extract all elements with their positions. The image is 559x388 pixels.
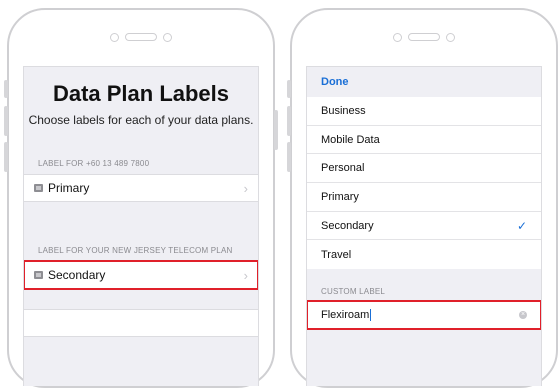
phone-top-bar: [9, 30, 273, 44]
sensor-icon: [446, 32, 455, 42]
option-label: Business: [321, 104, 366, 117]
option-travel[interactable]: Travel: [307, 240, 541, 269]
camera-icon: [393, 32, 402, 42]
option-label: Mobile Data: [321, 133, 380, 146]
secondary-label-value: Secondary: [48, 268, 106, 282]
phone-top-bar: [292, 30, 556, 44]
speaker-icon: [408, 33, 440, 41]
section-header-secondary-line: LABEL FOR YOUR NEW JERSEY TELECOM PLAN: [38, 246, 233, 255]
right-screen: Done Business Mobile Data Personal Prima…: [306, 66, 542, 386]
chevron-right-icon: ›: [243, 180, 248, 196]
option-business[interactable]: Business: [307, 97, 541, 126]
phone-side-button: [4, 106, 8, 136]
primary-label-row[interactable]: Primary ›: [24, 174, 258, 202]
empty-row: [24, 309, 258, 337]
phone-left: Data Plan Labels Choose labels for each …: [4, 8, 278, 388]
option-label: Secondary: [321, 219, 374, 232]
page-subtitle: Choose labels for each of your data plan…: [28, 113, 254, 127]
option-label: Personal: [321, 162, 365, 175]
sensor-icon: [163, 32, 172, 42]
secondary-label-row[interactable]: Secondary ›: [24, 260, 258, 290]
done-button[interactable]: Done: [307, 67, 541, 97]
phone-side-button: [4, 80, 8, 98]
clear-icon[interactable]: ×: [519, 311, 527, 320]
option-personal[interactable]: Personal: [307, 154, 541, 184]
sim-icon: [34, 184, 43, 192]
speaker-icon: [125, 33, 157, 41]
phone-side-button: [287, 106, 291, 136]
option-label: Primary: [321, 190, 359, 203]
phone-side-button: [287, 142, 291, 172]
option-mobile-data[interactable]: Mobile Data: [307, 126, 541, 155]
option-label: Travel: [321, 248, 352, 261]
text-cursor: [370, 309, 372, 322]
label-options-list: Business Mobile Data Personal Primary Se…: [307, 97, 541, 270]
sim-icon: [34, 271, 43, 279]
phone-side-button: [4, 142, 8, 172]
page-title: Data Plan Labels: [52, 81, 230, 106]
phone-side-button: [274, 110, 278, 150]
chevron-right-icon: ›: [243, 267, 248, 283]
custom-label-header: CUSTOM LABEL: [321, 287, 386, 297]
option-primary[interactable]: Primary: [307, 183, 541, 212]
option-secondary[interactable]: Secondary ✓: [307, 212, 541, 241]
custom-label-input[interactable]: Flexiroam ×: [307, 300, 541, 331]
camera-icon: [110, 32, 119, 42]
checkmark-icon: ✓: [516, 218, 527, 233]
left-screen: Data Plan Labels Choose labels for each …: [23, 66, 259, 386]
phone-side-button: [287, 80, 291, 98]
primary-label-value: Primary: [48, 181, 90, 195]
custom-label-value: Flexiroam: [321, 309, 370, 322]
section-header-primary-line: LABEL FOR +60 13 489 7800: [38, 159, 150, 168]
phone-right: Done Business Mobile Data Personal Prima…: [287, 8, 558, 388]
